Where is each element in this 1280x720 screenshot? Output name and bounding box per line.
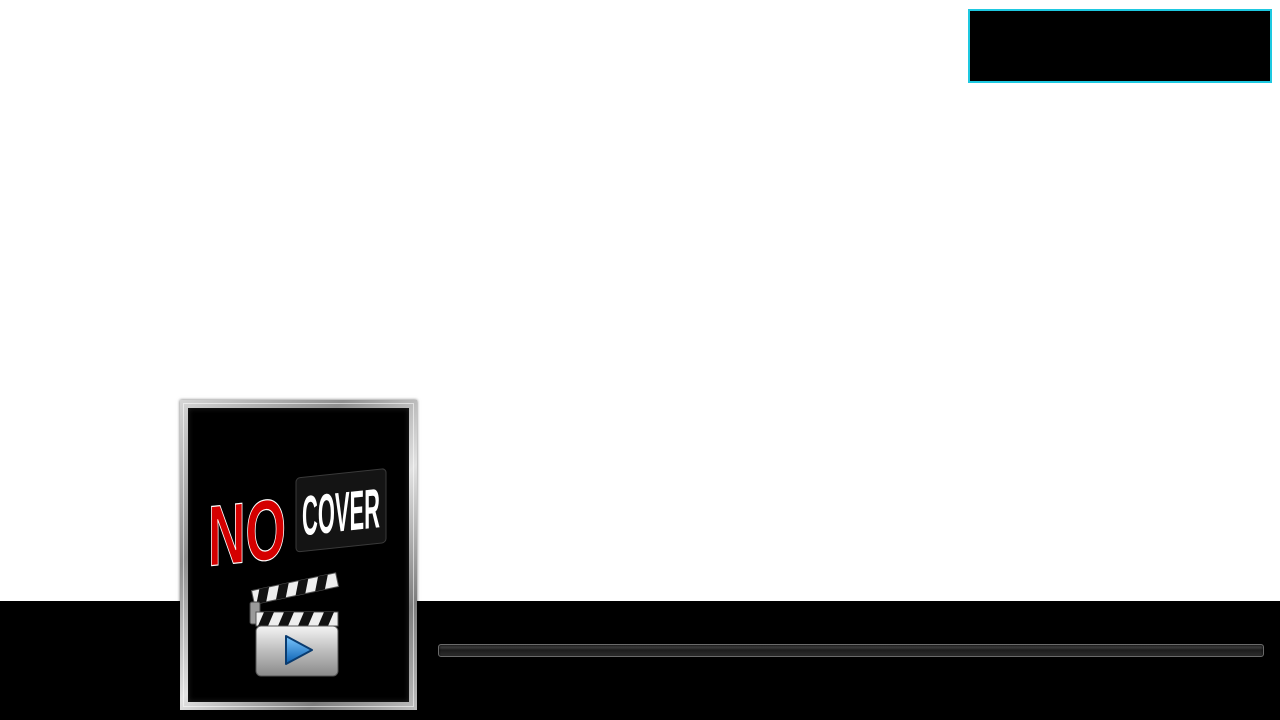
info-box[interactable] (968, 9, 1272, 83)
no-cover-logo: NO COVER (207, 468, 387, 677)
media-player-screen: NO COVER (0, 0, 1280, 720)
clapperboard-play-icon (249, 572, 340, 677)
poster-thumbnail[interactable]: NO COVER (180, 400, 417, 710)
progress-bar[interactable] (438, 644, 1264, 657)
poster-image: NO COVER (188, 408, 409, 702)
logo-text-no: NO (208, 481, 286, 585)
logo-text-cover: COVER (302, 476, 380, 547)
